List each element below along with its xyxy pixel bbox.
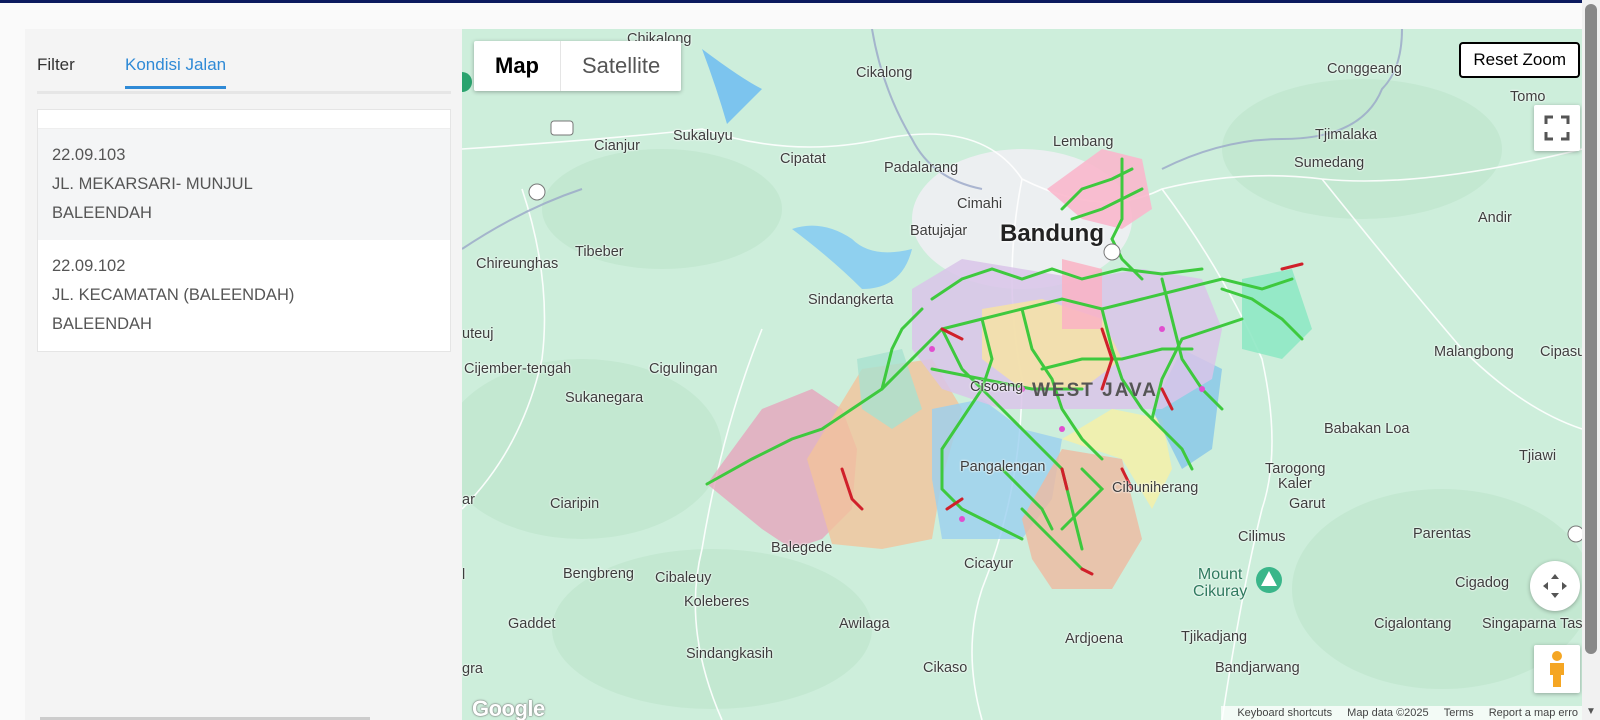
place-label: Chireunghas (476, 256, 559, 272)
road-name: JL. KECAMATAN (BALEENDAH) (52, 286, 295, 304)
road-list: 22.09.103 JL. MEKARSARI- MUNJUL BALEENDA… (37, 109, 451, 352)
place-label: Cigadog (1455, 575, 1510, 591)
place-label: Cijember-tengah (464, 361, 572, 377)
fullscreen-icon (1544, 115, 1570, 141)
camera-control-button[interactable] (1530, 561, 1580, 611)
scroll-down-arrow-icon[interactable]: ▼ (1586, 706, 1596, 717)
place-label: uteuj (462, 326, 494, 342)
place-label: Cigalontang (1374, 616, 1452, 632)
place-label: Balegede (771, 540, 833, 556)
place-label: Cibaleuy (655, 570, 712, 586)
place-label: Singaparna Tasi (1482, 616, 1582, 632)
place-label: Batujajar (910, 223, 968, 239)
place-label: Sukanegara (565, 390, 644, 406)
place-label: Cikaso (923, 660, 968, 676)
place-label: Cianjur (594, 138, 640, 154)
place-label: Tarogong (1265, 461, 1326, 477)
place-label: Cilimus (1238, 529, 1286, 545)
place-label: Tjimalaka (1315, 127, 1378, 143)
place-label: Cicayur (964, 556, 1014, 572)
road-district: BALEENDAH (52, 204, 152, 222)
terms-link[interactable]: Terms (1444, 707, 1474, 719)
map-type-satellite-button[interactable]: Satellite (561, 41, 681, 91)
road-code: 22.09.102 (52, 257, 126, 275)
place-label: Garut (1289, 496, 1326, 512)
attribution-links: Keyboard shortcuts Map data ©2025 Terms … (1221, 706, 1582, 720)
tab-filter[interactable]: Filter (37, 55, 75, 75)
road-name: JL. MEKARSARI- MUNJUL (52, 175, 253, 193)
tab-kondisi-jalan[interactable]: Kondisi Jalan (125, 55, 227, 89)
place-label: Padalarang (884, 160, 959, 176)
place-label: Ciaripin (550, 496, 600, 512)
place-label: Pangalengan (960, 459, 1046, 475)
place-label: Sindangkasih (686, 646, 774, 662)
place-label: Koleberes (684, 594, 750, 610)
sidebar-panel: Filter Kondisi Jalan 22.09.103 JL. MEKAR… (25, 29, 463, 720)
place-label: Cibuniherang (1112, 480, 1199, 496)
map-type-map-button[interactable]: Map (474, 41, 561, 91)
place-label: Awilaga (839, 616, 890, 632)
place-label: Ardjoena (1065, 631, 1124, 647)
place-label: Mount Cikuray (1193, 566, 1248, 600)
place-label: Cipasur (1540, 344, 1582, 360)
map-view[interactable]: Chikalong Cikalong Conggeang Tomo Sukalu… (462, 29, 1582, 720)
map-data-text: Map data ©2025 (1347, 707, 1429, 719)
place-label: Cimahi (957, 196, 1003, 212)
map-type-control: Map Satellite (474, 41, 682, 91)
tab-bar: Filter Kondisi Jalan (37, 29, 451, 94)
road-district: BALEENDAH (52, 315, 152, 333)
place-label: Cisoang (970, 379, 1024, 395)
place-label: Kaler (1278, 476, 1312, 492)
list-item[interactable]: 22.09.102 JL. KECAMATAN (BALEENDAH) BALE… (38, 240, 450, 351)
place-label: Tjiawi (1519, 448, 1557, 464)
place-label: Andir (1478, 210, 1512, 226)
place-label: Tomo (1510, 89, 1546, 105)
place-label: Babakan Loa (1324, 421, 1410, 437)
street-view-pegman[interactable] (1534, 645, 1580, 693)
place-label: Cikalong (856, 65, 913, 81)
place-label: Bengbreng (563, 566, 634, 582)
list-header (38, 110, 450, 129)
place-label: ar (462, 492, 475, 508)
place-label: Tibeber (575, 244, 624, 260)
place-label: Malangbong (1434, 344, 1514, 360)
list-item[interactable]: 22.09.103 JL. MEKARSARI- MUNJUL BALEENDA… (38, 129, 450, 240)
pegman-icon (1550, 651, 1564, 687)
place-label: Parentas (1413, 526, 1472, 542)
place-label: Cigulingan (649, 361, 718, 377)
place-label: Lembang (1053, 134, 1114, 150)
region-label: WEST JAVA (1032, 380, 1159, 401)
place-label: Conggeang (1327, 61, 1402, 77)
place-label: gra (462, 661, 483, 677)
reset-zoom-button[interactable]: Reset Zoom (1459, 42, 1580, 78)
google-logo: Google (472, 696, 545, 720)
move-arrows-icon (1543, 574, 1567, 598)
fullscreen-button[interactable] (1534, 105, 1580, 151)
place-label: Bandjarwang (1215, 660, 1300, 676)
place-label: Sumedang (1294, 155, 1365, 171)
place-label: l (462, 567, 466, 583)
report-error-link[interactable]: Report a map erro (1489, 707, 1578, 719)
city-label: Bandung (1000, 220, 1104, 247)
place-label: Sindangkerta (808, 292, 894, 308)
scrollbar-thumb[interactable] (1585, 4, 1597, 654)
map-footer: Google Keyboard shortcuts Map data ©2025… (462, 696, 1582, 720)
keyboard-shortcuts-link[interactable]: Keyboard shortcuts (1237, 707, 1332, 719)
road-code: 22.09.103 (52, 146, 126, 164)
place-label: Gaddet (508, 616, 556, 632)
place-label: Cipatat (780, 151, 826, 167)
place-label: Tjikadjang (1181, 629, 1248, 645)
place-label: Sukaluyu (673, 128, 733, 144)
